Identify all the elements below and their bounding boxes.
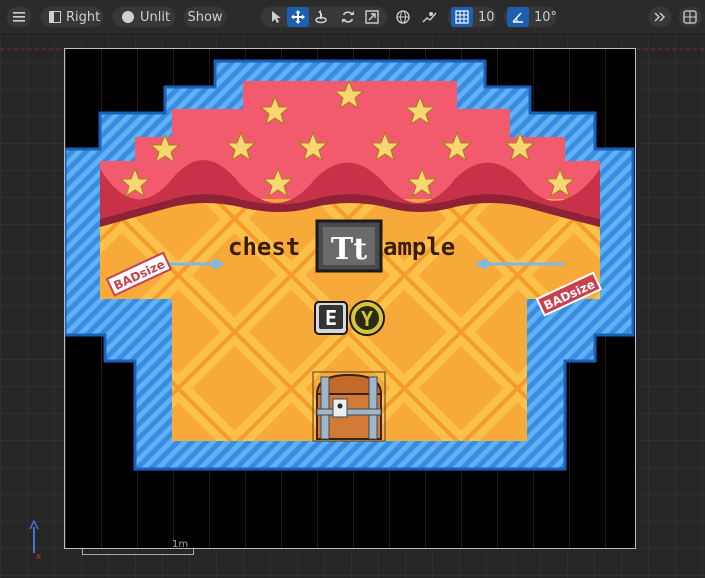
translate-icon <box>291 10 305 24</box>
perspective-icon <box>49 11 61 23</box>
layout-icon <box>683 10 697 24</box>
select-mode-button[interactable] <box>265 7 287 27</box>
treasure-chest[interactable] <box>312 371 386 442</box>
text-actor-icon-label: Tt <box>331 232 367 267</box>
scene-canvas: chest Tt ample BADsize BADsize E Y <box>65 49 635 548</box>
overflow-button[interactable] <box>648 6 672 28</box>
lit-mode-label: Unlit <box>140 9 171 25</box>
globe-icon <box>396 10 410 24</box>
scene-title-right: ample <box>383 233 455 261</box>
surface-snap-icon <box>422 12 437 23</box>
lit-mode-button[interactable]: Unlit <box>112 6 176 28</box>
e-key-label: E <box>325 306 337 330</box>
show-label: Show <box>187 9 223 25</box>
angle-snap-icon <box>512 12 523 23</box>
y-button-label: Y <box>361 307 373 331</box>
menu-icon <box>13 12 25 22</box>
camera-frame: chest Tt ample BADsize BADsize E Y <box>64 48 636 549</box>
show-button[interactable]: Show <box>183 6 227 28</box>
surface-snap-button[interactable] <box>419 7 441 27</box>
lit-icon <box>122 11 134 23</box>
refresh-icon <box>342 11 354 23</box>
scale-icon <box>365 10 379 24</box>
translate-mode-button[interactable] <box>287 7 309 27</box>
grid-snap-value[interactable]: 10 <box>474 7 499 27</box>
scene-title-left: chest <box>228 233 300 261</box>
scale-mode-button[interactable] <box>361 7 383 27</box>
grid-snap-icon <box>455 10 469 24</box>
overflow-icon <box>654 12 665 22</box>
axis-gizmo: x <box>29 519 42 559</box>
select-icon <box>272 11 281 23</box>
rotation-snap-button[interactable] <box>507 7 529 27</box>
level-viewport[interactable]: chest Tt ample BADsize BADsize E Y x 1m <box>0 35 705 578</box>
e-key-icon[interactable]: E <box>314 301 348 335</box>
grid-snap-button[interactable] <box>451 7 473 27</box>
view-mode-button[interactable]: Right <box>40 6 104 28</box>
scale-bar-label: 1m <box>172 539 189 550</box>
rotate-icon <box>315 10 327 24</box>
viewport-layout-button[interactable] <box>678 6 702 28</box>
view-mode-label: Right <box>66 9 101 25</box>
svg-text:x: x <box>36 552 42 559</box>
menu-button[interactable] <box>6 6 32 28</box>
rotation-snap-value[interactable]: 10° <box>530 7 561 27</box>
text-actor-icon[interactable]: Tt <box>315 219 383 273</box>
y-button-icon[interactable]: Y <box>349 300 385 336</box>
coordinate-space-button[interactable] <box>392 7 414 27</box>
rotate-mode-button[interactable] <box>310 7 332 27</box>
viewport-toolbar: Right Unlit Show 10 10° <box>0 0 705 35</box>
refresh-button[interactable] <box>337 7 359 27</box>
